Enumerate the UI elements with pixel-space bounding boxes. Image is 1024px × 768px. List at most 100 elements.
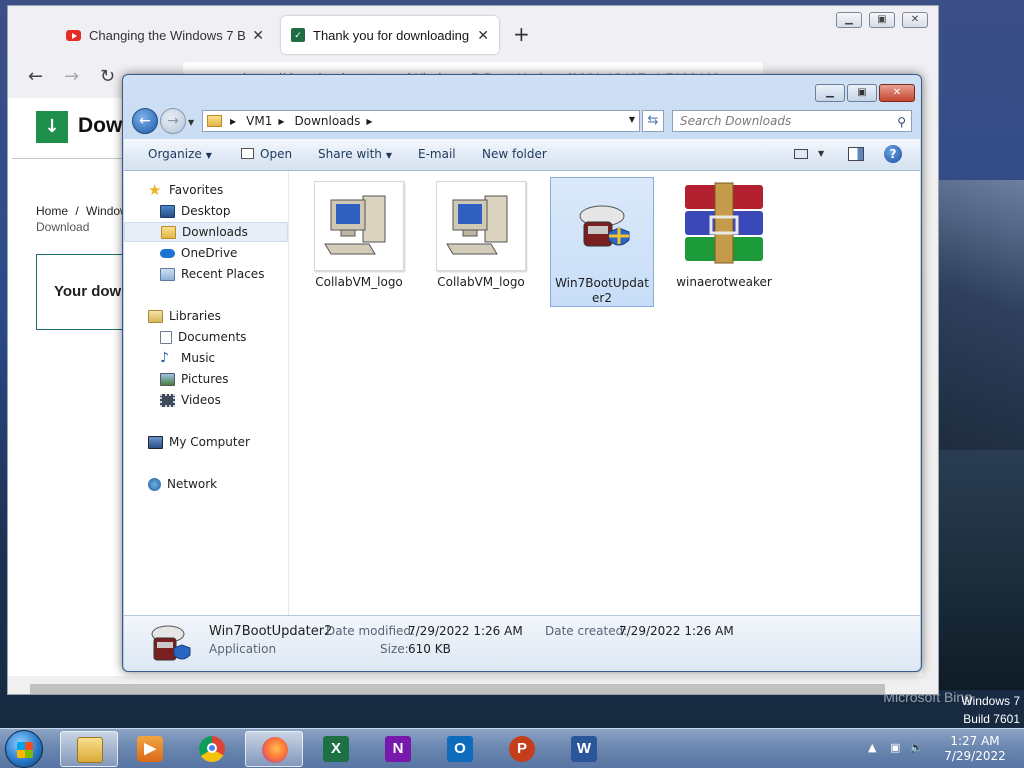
forward-button[interactable]: → — [160, 108, 186, 134]
nav-label: Network — [167, 477, 218, 491]
help-icon[interactable]: ? — [884, 145, 902, 163]
chevron-right-icon[interactable]: ▶ — [278, 117, 284, 126]
minimize-button[interactable]: ▁ — [815, 84, 845, 102]
chevron-right-icon[interactable]: ▶ — [230, 117, 236, 126]
scrollbar-thumb[interactable] — [30, 684, 885, 694]
videos-icon — [160, 393, 175, 407]
nav-label: Favorites — [169, 183, 224, 197]
nav-downloads[interactable]: Downloads — [124, 222, 288, 242]
forward-arrow-icon[interactable]: → — [64, 66, 79, 87]
browser-close-button[interactable]: ✕ — [902, 12, 928, 28]
browser-minimize-button[interactable]: ▁ — [836, 12, 862, 28]
address-bar[interactable]: ▶ VM1 ▶ Downloads ▶ ▼ — [202, 110, 640, 132]
computer-icon — [148, 435, 163, 449]
start-button[interactable] — [5, 730, 43, 768]
network-tray-icon[interactable]: ▣ — [890, 741, 900, 754]
taskbar-word[interactable]: W — [555, 731, 613, 767]
nav-videos[interactable]: Videos — [124, 390, 288, 410]
nav-documents[interactable]: Documents — [124, 327, 288, 347]
taskbar-firefox[interactable] — [245, 731, 303, 767]
new-tab-button[interactable]: + — [513, 22, 530, 46]
download-logo-icon[interactable]: ↓ — [36, 111, 68, 143]
recent-places-icon — [160, 267, 175, 281]
file-item-selected[interactable]: Win7BootUpdater2 — [550, 177, 654, 307]
cnet-download-icon: ✓ — [291, 28, 305, 42]
organize-label: Organize — [148, 147, 202, 161]
page-horizontal-scrollbar[interactable] — [8, 676, 923, 694]
nav-network[interactable]: Network — [148, 474, 288, 494]
back-arrow-icon[interactable]: ← — [28, 66, 43, 87]
documents-icon — [160, 330, 172, 344]
search-icon[interactable]: ⚲ — [897, 112, 906, 132]
nav-favorites[interactable]: ★ Favorites — [148, 180, 288, 200]
taskbar-powerpoint[interactable]: P — [493, 731, 551, 767]
desktop-icon — [160, 204, 175, 218]
nav-my-computer[interactable]: My Computer — [148, 432, 288, 452]
powerpoint-icon: P — [509, 736, 535, 762]
refresh-icon[interactable]: ⇆ — [642, 110, 664, 132]
new-folder-button[interactable]: New folder — [482, 147, 547, 161]
close-button[interactable]: ✕ — [879, 84, 915, 102]
volume-icon[interactable]: 🔈 — [910, 741, 924, 754]
browser-tab-youtube[interactable]: Changing the Windows 7 Boot Ani ✕ — [56, 16, 274, 54]
recent-pages-dropdown-icon[interactable]: ▼ — [188, 118, 194, 127]
breadcrumb-home[interactable]: Home — [36, 204, 68, 218]
email-button[interactable]: E-mail — [418, 147, 456, 161]
taskbar-media-player[interactable]: ▶ — [121, 731, 179, 767]
address-row: ← → ▼ ▶ VM1 ▶ Downloads ▶ ▼ ⇆ Search Dow… — [123, 105, 923, 139]
file-item[interactable]: CollabVM_logo — [429, 177, 533, 307]
explorer-window: ▁ ▣ ✕ ← → ▼ ▶ VM1 ▶ Downloads ▶ ▼ ⇆ Sear… — [122, 74, 922, 672]
taskbar-onenote[interactable]: N — [369, 731, 427, 767]
open-label: Open — [260, 147, 293, 161]
view-options-dropdown-icon[interactable]: ▼ — [818, 149, 824, 158]
nav-pictures[interactable]: Pictures — [124, 369, 288, 389]
download-message-box: Your dow — [36, 254, 136, 330]
tab-title: Changing the Windows 7 Boot Ani — [89, 27, 246, 43]
show-hidden-icons-icon[interactable]: ▲ — [868, 741, 876, 754]
onenote-icon: N — [385, 736, 411, 762]
clock-date: 7/29/2022 — [944, 749, 1006, 763]
breadcrumb-separator: / — [75, 204, 79, 218]
taskbar-explorer[interactable] — [60, 731, 118, 767]
close-tab-icon[interactable]: ✕ — [477, 27, 489, 44]
close-tab-icon[interactable]: ✕ — [252, 27, 264, 44]
browser-tab-cnet[interactable]: ✓ Thank you for downloading Windo ✕ — [281, 16, 499, 54]
nav-desktop[interactable]: Desktop — [124, 201, 288, 221]
taskbar-excel[interactable]: X — [307, 731, 365, 767]
navigation-pane: ★ Favorites Desktop Downloads OneDrive R… — [124, 171, 289, 615]
browser-maximize-button[interactable]: ▣ — [869, 12, 895, 28]
file-item[interactable]: winaerotweaker — [672, 177, 776, 307]
change-view-icon[interactable] — [794, 149, 808, 159]
nav-libraries[interactable]: Libraries — [148, 306, 288, 326]
preview-pane-icon[interactable] — [848, 147, 864, 161]
nav-label: Videos — [181, 393, 221, 407]
cloud-icon — [160, 248, 175, 258]
address-dropdown-icon[interactable]: ▼ — [629, 115, 635, 124]
chrome-icon — [199, 736, 225, 762]
reload-icon[interactable]: ↻ — [100, 66, 115, 87]
clock[interactable]: 1:27 AM 7/29/2022 — [935, 734, 1015, 764]
nav-onedrive[interactable]: OneDrive — [124, 243, 288, 263]
nav-music[interactable]: ♪ Music — [124, 348, 288, 368]
os-watermark: Windows 7 — [961, 694, 1020, 708]
page-vertical-scrollbar[interactable] — [922, 98, 938, 678]
search-input[interactable]: Search Downloads ⚲ — [672, 110, 912, 132]
open-button[interactable]: Open — [241, 147, 292, 161]
share-with-label: Share with — [318, 147, 382, 161]
maximize-button[interactable]: ▣ — [847, 84, 877, 102]
back-button[interactable]: ← — [132, 108, 158, 134]
nav-recent-places[interactable]: Recent Places — [124, 264, 288, 284]
nav-label: Documents — [178, 330, 247, 344]
nav-label: Libraries — [169, 309, 221, 323]
share-with-button[interactable]: Share with ▼ — [318, 147, 392, 161]
chevron-right-icon[interactable]: ▶ — [366, 117, 372, 126]
word-icon: W — [571, 736, 597, 762]
organize-button[interactable]: Organize ▼ — [148, 147, 212, 161]
file-item[interactable]: CollabVM_logo — [307, 177, 411, 307]
taskbar-chrome[interactable] — [183, 731, 241, 767]
address-segment-vm1[interactable]: VM1 — [246, 114, 272, 128]
build-watermark: Build 7601 — [963, 712, 1020, 726]
libraries-icon — [148, 309, 163, 323]
taskbar-outlook[interactable]: O — [431, 731, 489, 767]
address-segment-downloads[interactable]: Downloads — [295, 114, 361, 128]
